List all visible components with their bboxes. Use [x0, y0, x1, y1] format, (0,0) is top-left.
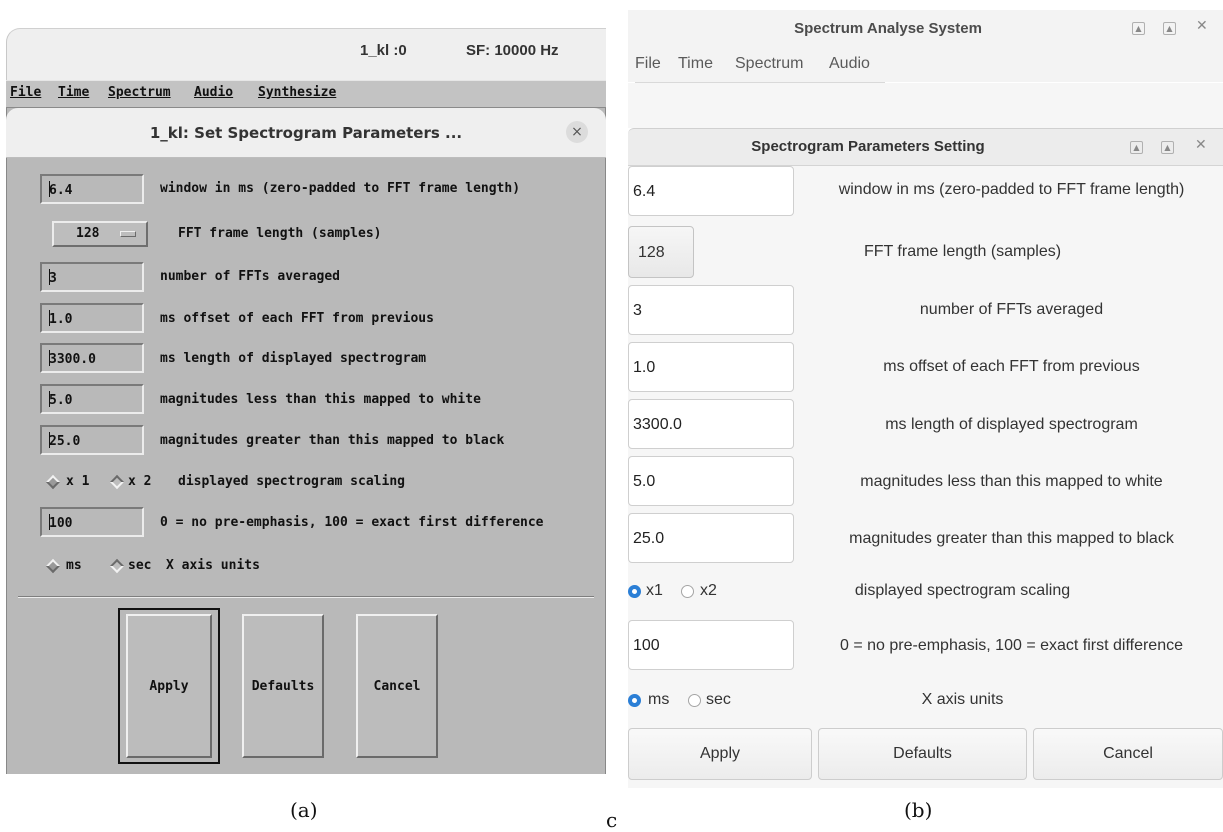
panel-a-window-ms-input[interactable]: 6.4: [40, 174, 144, 204]
panel-a-apply-button[interactable]: Apply: [126, 614, 212, 758]
panel-a-scaling-x1-label: x 1: [66, 474, 90, 489]
panel-b-units-ms-label: ms: [648, 691, 670, 708]
panel-a-mag-black-label: magnitudes greater than this mapped to b…: [160, 433, 505, 448]
panel-a-sample-rate: SF: 10000 Hz: [466, 42, 559, 59]
panel-a-menu-spectrum[interactable]: Spectrum: [108, 85, 171, 100]
panel-a-offset-value: 1.0: [49, 312, 73, 327]
panel-b-mag-black-input[interactable]: 25.0: [628, 513, 794, 563]
panel-b-scaling-x1-label: x1: [646, 582, 663, 599]
panel-b-main-body: [628, 83, 1223, 128]
panel-b-num-ffts-label: number of FFTs averaged: [919, 301, 1104, 318]
close-icon[interactable]: ✕: [1195, 137, 1207, 153]
panel-b-num-ffts-input[interactable]: 3: [628, 285, 794, 335]
panel-b-menu-time[interactable]: Time: [678, 55, 713, 73]
panel-a-units-sec-label: sec: [128, 558, 152, 573]
panel-a-length-value: 3300.0: [49, 352, 96, 367]
panel-b-length-label: ms length of displayed spectrogram: [885, 416, 1138, 433]
panel-b-units-sec-label: sec: [706, 691, 731, 708]
panel-a-menu-file[interactable]: File: [10, 85, 41, 100]
panel-b-dialog-title: Spectrogram Parameters Setting: [751, 138, 985, 155]
panel-a-offset-label: ms offset of each FFT from previous: [160, 311, 434, 326]
panel-a-num-ffts-value: 3: [49, 271, 57, 286]
panel-b-offset-label: ms offset of each FFT from previous: [883, 358, 1140, 375]
panel-a-dialog-title: 1_kl: Set Spectrogram Parameters ...: [149, 124, 463, 142]
maximize-icon[interactable]: ▲: [1163, 22, 1176, 35]
panel-a-length-input[interactable]: 3300.0: [40, 343, 144, 373]
panel-b-app-title: Spectrum Analyse System: [794, 20, 982, 37]
panel-a-units-label: X axis units: [166, 558, 260, 573]
panel-a-units-ms-label: ms: [66, 558, 82, 573]
caption-b: (b): [904, 798, 933, 822]
panel-b-units-sec-radio[interactable]: [688, 694, 701, 707]
panel-b-menu-file[interactable]: File: [635, 55, 661, 73]
panel-a-fft-length-value: 128: [76, 226, 100, 241]
maximize-icon[interactable]: ▲: [1161, 141, 1174, 154]
panel-b-window-ms-input[interactable]: 6.4: [628, 166, 794, 216]
panel-a-mag-white-label: magnitudes less than this mapped to whit…: [160, 392, 481, 407]
panel-a-mag-white-value: 5.0: [49, 393, 73, 408]
panel-a-num-ffts-label: number of FFTs averaged: [160, 269, 341, 284]
panel-b-window-ms-label: window in ms (zero-padded to FFT frame l…: [838, 181, 1185, 198]
panel-a-preemph-input[interactable]: 100: [40, 507, 144, 537]
panel-a-cancel-button[interactable]: Cancel: [356, 614, 438, 758]
panel-a-window-ms-label: window in ms (zero-padded to FFT frame l…: [160, 181, 521, 196]
panel-b-menu-audio[interactable]: Audio: [829, 55, 870, 73]
panel-b-preemph-input[interactable]: 100: [628, 620, 794, 670]
panel-a-offset-input[interactable]: 1.0: [40, 303, 144, 333]
panel-a-fft-length-option-menu[interactable]: 128: [52, 221, 148, 247]
panel-a-scaling-x2-label: x 2: [128, 474, 152, 489]
close-icon[interactable]: ×: [566, 121, 588, 143]
caption-a: (a): [290, 798, 318, 822]
panel-b-mag-white-input[interactable]: 5.0: [628, 456, 794, 506]
panel-b-menu-spectrum[interactable]: Spectrum: [735, 55, 803, 73]
panel-b-defaults-button[interactable]: Defaults: [818, 728, 1027, 780]
panel-b-scaling-label: displayed spectrogram scaling: [854, 582, 1071, 599]
panel-a-menu-time[interactable]: Time: [58, 85, 89, 100]
panel-b-offset-input[interactable]: 1.0: [628, 342, 794, 392]
close-icon[interactable]: ✕: [1196, 18, 1208, 34]
panel-b-menubar: [628, 52, 1223, 82]
panel-b-length-input[interactable]: 3300.0: [628, 399, 794, 449]
panel-a-preemph-label: 0 = no pre-emphasis, 100 = exact first d…: [160, 515, 544, 530]
panel-a-mag-black-value: 25.0: [49, 434, 81, 449]
panel-a-defaults-button[interactable]: Defaults: [242, 614, 324, 758]
minimize-icon[interactable]: ▲: [1130, 141, 1143, 154]
panel-a-num-ffts-input[interactable]: 3: [40, 262, 144, 292]
panel-b-mag-white-label: magnitudes less than this mapped to whit…: [860, 473, 1163, 490]
panel-a-window-ms-value: 6.4: [49, 183, 73, 198]
panel-a-mag-white-input[interactable]: 5.0: [40, 384, 144, 414]
panel-b-mag-black-label: magnitudes greater than this mapped to b…: [849, 530, 1174, 547]
panel-a-separator: [18, 596, 594, 598]
panel-b-apply-button[interactable]: Apply: [628, 728, 812, 780]
panel-b-preemph-label: 0 = no pre-emphasis, 100 = exact first d…: [839, 637, 1183, 654]
caption-c: c: [606, 808, 618, 832]
panel-a-preemph-value: 100: [49, 516, 73, 531]
panel-b-scaling-x2-radio[interactable]: [681, 585, 694, 598]
panel-a-fft-length-label: FFT frame length (samples): [178, 226, 382, 241]
panel-b-cancel-button[interactable]: Cancel: [1033, 728, 1223, 780]
panel-a-window-file: 1_kl :0: [360, 42, 407, 59]
panel-b-units-label: X axis units: [921, 691, 1004, 708]
panel-a-mag-black-input[interactable]: 25.0: [40, 425, 144, 455]
minimize-icon[interactable]: ▲: [1132, 22, 1145, 35]
panel-b-fft-length-label: FFT frame length (samples): [863, 243, 1062, 260]
panel-a-menu-synthesize[interactable]: Synthesize: [258, 85, 336, 100]
panel-a-scaling-label: displayed spectrogram scaling: [178, 474, 405, 489]
option-menu-indicator-icon: [120, 231, 136, 237]
panel-b-scaling-x1-radio[interactable]: [628, 585, 641, 598]
panel-a-menu-audio[interactable]: Audio: [194, 85, 233, 100]
panel-b-units-ms-radio[interactable]: [628, 694, 641, 707]
panel-b-fft-length-combo[interactable]: 128: [628, 226, 694, 278]
panel-b-scaling-x2-label: x2: [700, 582, 717, 599]
panel-a-length-label: ms length of displayed spectrogram: [160, 351, 427, 366]
